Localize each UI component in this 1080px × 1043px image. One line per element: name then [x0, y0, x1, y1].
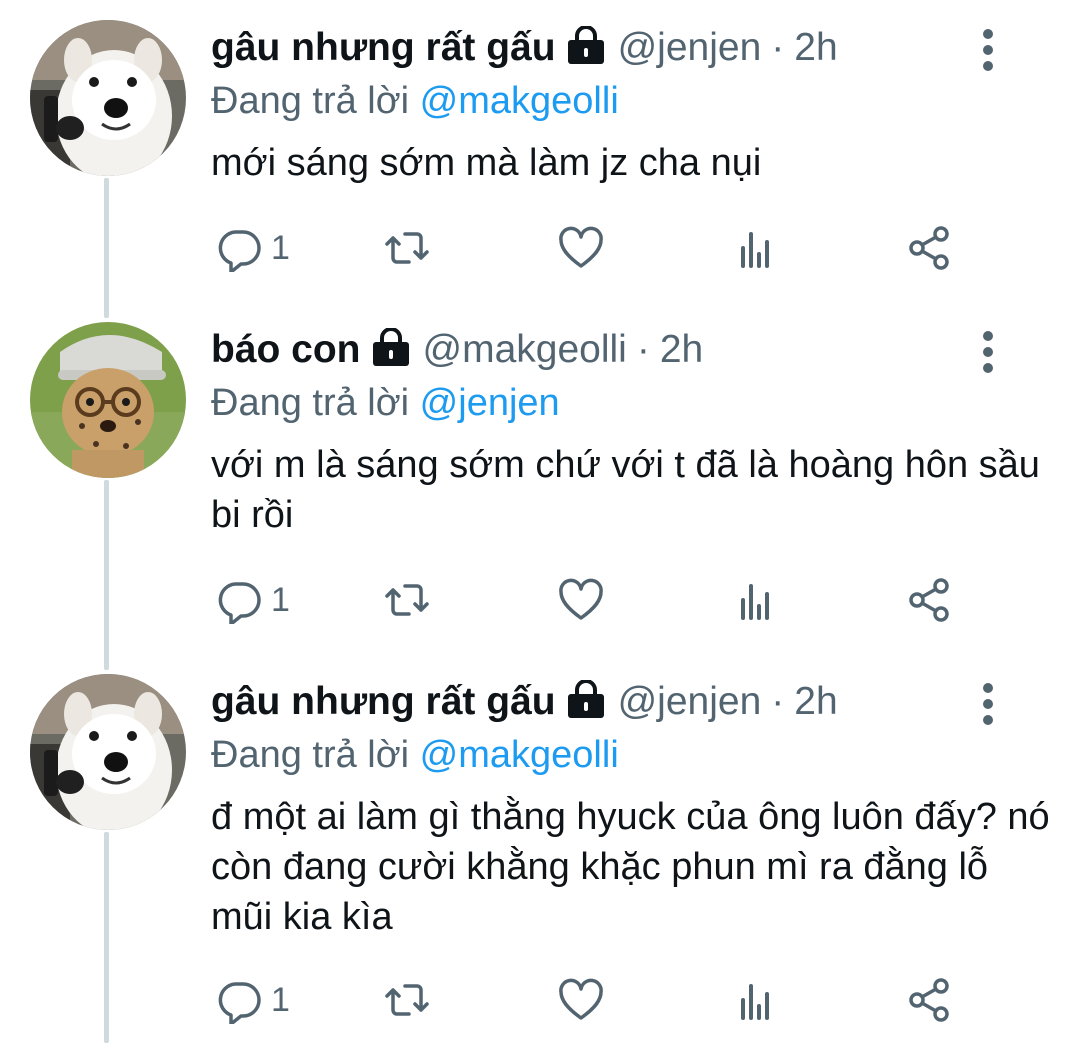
- timestamp[interactable]: 2h: [794, 674, 837, 730]
- analytics-button[interactable]: [731, 572, 779, 628]
- display-name[interactable]: gâu nhưng rất gấu: [211, 20, 556, 76]
- more-options-icon[interactable]: [976, 328, 1000, 376]
- reply-count: 1: [271, 228, 290, 267]
- retweet-icon: [385, 984, 429, 1016]
- display-name[interactable]: báo con: [211, 322, 361, 378]
- separator-dot: ·: [771, 680, 785, 723]
- retweet-button[interactable]: [383, 220, 431, 276]
- separator-dot: ·: [636, 328, 650, 371]
- like-button[interactable]: [557, 572, 605, 628]
- analytics-button[interactable]: [731, 220, 779, 276]
- reply-button[interactable]: 1: [215, 220, 290, 276]
- samoyed-dog-avatar: [30, 20, 186, 176]
- lock-icon: [566, 25, 606, 66]
- share-icon: [909, 578, 949, 622]
- samoyed-dog-avatar: [30, 674, 186, 830]
- more-options-icon[interactable]: [976, 680, 1000, 728]
- user-handle[interactable]: @makgeolli: [423, 322, 627, 378]
- replying-to-line: Đang trả lời @makgeolli: [211, 76, 1050, 126]
- replying-prefix: Đang trả lời: [211, 382, 410, 424]
- replying-to-mention[interactable]: @makgeolli: [420, 734, 619, 776]
- replying-to-line: Đang trả lời @jenjen: [211, 378, 1050, 428]
- lock-icon: [566, 679, 606, 720]
- avatar[interactable]: [30, 322, 186, 478]
- share-button[interactable]: [905, 972, 953, 1028]
- tweet-text: mới sáng sớm mà làm jz cha nụi: [211, 142, 762, 184]
- retweet-button[interactable]: [383, 572, 431, 628]
- timestamp[interactable]: 2h: [794, 20, 837, 76]
- thread-connector-line: [104, 480, 109, 670]
- analytics-icon: [741, 984, 769, 1020]
- retweet-button[interactable]: [383, 972, 431, 1028]
- retweet-icon: [385, 584, 429, 616]
- share-icon: [909, 978, 949, 1022]
- share-button[interactable]: [905, 220, 953, 276]
- reply-count: 1: [271, 580, 290, 619]
- thread-connector-line: [104, 832, 109, 1043]
- more-options-icon[interactable]: [976, 26, 1000, 74]
- tweet-header: báo con @makgeolli · 2h: [211, 322, 1050, 378]
- like-button[interactable]: [557, 220, 605, 276]
- lock-icon: [371, 327, 411, 368]
- tweet-text: đ một ai làm gì thằng hyuck của ông luôn…: [211, 796, 1050, 938]
- heart-icon: [559, 226, 603, 268]
- reply-icon: [218, 582, 261, 624]
- avatar[interactable]: [30, 20, 186, 176]
- replying-to-mention[interactable]: @jenjen: [420, 382, 560, 424]
- tweet-actions: 1: [211, 220, 971, 276]
- replying-prefix: Đang trả lời: [211, 734, 410, 776]
- share-icon: [909, 226, 949, 270]
- thread-connector-line: [104, 178, 109, 318]
- analytics-button[interactable]: [731, 972, 779, 1028]
- retweet-icon: [385, 232, 429, 264]
- reply-icon: [218, 982, 261, 1024]
- reply-button[interactable]: 1: [215, 572, 290, 628]
- tweet-text: với m là sáng sớm chứ với t đã là hoàng …: [211, 444, 1040, 536]
- user-handle[interactable]: @jenjen: [618, 674, 762, 730]
- reply-button[interactable]: 1: [215, 972, 290, 1028]
- reply-count: 1: [271, 980, 290, 1019]
- analytics-icon: [741, 584, 769, 620]
- replying-prefix: Đang trả lời: [211, 80, 410, 122]
- reply-icon: [218, 230, 261, 272]
- cheetah-cub-avatar: [30, 322, 186, 478]
- display-name[interactable]: gâu nhưng rất gấu: [211, 674, 556, 730]
- tweet-actions: 1: [211, 972, 971, 1028]
- analytics-icon: [741, 232, 769, 268]
- like-button[interactable]: [557, 972, 605, 1028]
- avatar[interactable]: [30, 674, 186, 830]
- heart-icon: [559, 578, 603, 620]
- replying-to-line: Đang trả lời @makgeolli: [211, 730, 1050, 780]
- replying-to-mention[interactable]: @makgeolli: [420, 80, 619, 122]
- tweet-actions: 1: [211, 572, 971, 628]
- timestamp[interactable]: 2h: [660, 322, 703, 378]
- user-handle[interactable]: @jenjen: [618, 20, 762, 76]
- heart-icon: [559, 978, 603, 1020]
- share-button[interactable]: [905, 572, 953, 628]
- tweet-header: gâu nhưng rất gấu @jenjen · 2h: [211, 674, 1050, 730]
- tweet-header: gâu nhưng rất gấu @jenjen · 2h: [211, 20, 1050, 76]
- separator-dot: ·: [771, 26, 785, 69]
